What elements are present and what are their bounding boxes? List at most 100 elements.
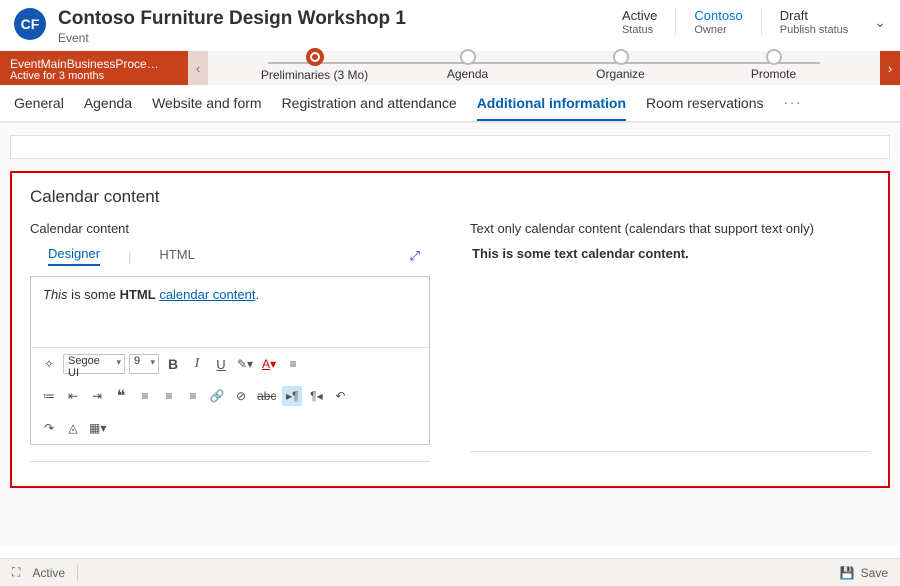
process-name[interactable]: EventMainBusinessProce… Active for 3 mon… [0, 51, 188, 85]
redo-button[interactable]: ↷ [39, 418, 59, 438]
stage-label: Organize [596, 67, 645, 81]
table-button[interactable]: ▦▾ [87, 418, 108, 438]
content-italic: This [43, 287, 68, 302]
field-divider [470, 451, 870, 452]
ltr-button[interactable]: ▸¶ [282, 386, 302, 406]
process-next-button[interactable]: › [880, 51, 900, 85]
rtl-button[interactable]: ¶◂ [306, 386, 326, 406]
blockquote-button[interactable]: ❝ [111, 386, 131, 406]
meta-publish-label: Publish status [780, 24, 848, 36]
save-icon: 💾 [840, 566, 855, 580]
meta-publish-value: Draft [780, 8, 848, 23]
process-prev-button[interactable]: ‹ [188, 51, 208, 85]
form-content[interactable]: Calendar content Calendar content Design… [0, 122, 900, 546]
stage-organize[interactable]: Organize [544, 56, 697, 81]
editor-canvas[interactable]: This is some HTML calendar content. [31, 277, 429, 347]
align-center-button[interactable]: ≡ [159, 386, 179, 406]
avatar: CF [14, 8, 46, 40]
stage-dot-icon [460, 49, 476, 65]
process-name-text: EventMainBusinessProce… [10, 57, 178, 71]
meta-status-label: Status [622, 24, 657, 36]
bold-button[interactable]: B [163, 354, 183, 374]
clear-format-button[interactable]: ◬ [63, 418, 83, 438]
stage-label: Promote [751, 67, 796, 81]
tab-general[interactable]: General [14, 95, 64, 121]
form-tabs: General Agenda Website and form Registra… [0, 85, 900, 122]
tab-room-reservations[interactable]: Room reservations [646, 95, 764, 121]
font-color-button[interactable]: A▾ [259, 354, 279, 374]
text-content-column: Text only calendar content (calendars th… [470, 221, 870, 462]
unlink-button[interactable]: ⊘ [231, 386, 251, 406]
italic-button[interactable]: I [187, 354, 207, 374]
process-stages: Preliminaries (3 Mo) Agenda Organize Pro… [208, 51, 880, 85]
footer-separator [77, 565, 78, 581]
editor-mode-tabs: Designer | HTML ⤢ [48, 246, 430, 266]
align-left-button[interactable]: ≡ [135, 386, 155, 406]
previous-section-edge [10, 135, 890, 159]
header-meta: Active Status Contoso Owner Draft Publis… [622, 8, 886, 36]
text-only-value[interactable]: This is some text calendar content. [470, 246, 870, 261]
title-block: Contoso Furniture Design Workshop 1 Even… [58, 8, 622, 45]
stage-agenda[interactable]: Agenda [391, 56, 544, 81]
strikethrough-button[interactable]: abc [255, 386, 278, 406]
process-duration: Active for 3 months [10, 70, 178, 82]
format-painter-icon[interactable]: ✧ [39, 354, 59, 374]
stage-dot-icon [766, 49, 782, 65]
page-title: Contoso Furniture Design Workshop 1 [58, 8, 622, 30]
html-content-column: Calendar content Designer | HTML ⤢ This … [30, 221, 430, 462]
section-title: Calendar content [30, 187, 870, 207]
rich-text-editor: This is some HTML calendar content. ✧ Se… [30, 276, 430, 445]
meta-separator [675, 8, 676, 36]
link-button[interactable]: 🔗 [207, 386, 227, 406]
undo-button[interactable]: ↶ [330, 386, 350, 406]
fullscreen-icon[interactable]: ⛶ [12, 565, 20, 580]
editor-tab-separator: | [128, 249, 131, 264]
content-bold: HTML [120, 287, 156, 302]
save-button[interactable]: 💾 Save [840, 566, 888, 580]
content-link[interactable]: calendar content [159, 287, 255, 302]
meta-publish: Draft Publish status [780, 8, 848, 36]
meta-owner[interactable]: Contoso Owner [694, 8, 742, 36]
footer-status: Active [32, 566, 65, 580]
tab-agenda[interactable]: Agenda [84, 95, 132, 121]
stage-label: Preliminaries (3 Mo) [261, 68, 368, 82]
content-text: is some [68, 287, 120, 302]
tab-overflow-button[interactable]: ··· [784, 95, 803, 121]
status-bar: ⛶ Active 💾 Save [0, 558, 900, 586]
editor-tab-html[interactable]: HTML [159, 247, 194, 265]
bullet-list-button[interactable]: ≡ [283, 354, 303, 374]
field-label-text-only: Text only calendar content (calendars th… [470, 221, 870, 236]
tab-website-form[interactable]: Website and form [152, 95, 261, 121]
chevron-down-icon[interactable]: ⌄ [874, 8, 886, 31]
stage-label: Agenda [447, 67, 488, 81]
meta-owner-value[interactable]: Contoso [694, 8, 742, 23]
content-text: . [255, 287, 259, 302]
outdent-button[interactable]: ⇤ [63, 386, 83, 406]
stage-preliminaries[interactable]: Preliminaries (3 Mo) [238, 55, 391, 82]
numbered-list-button[interactable]: ≔ [39, 386, 59, 406]
business-process-flow: EventMainBusinessProce… Active for 3 mon… [0, 51, 900, 85]
calendar-content-section: Calendar content Calendar content Design… [10, 171, 890, 488]
align-right-button[interactable]: ≡ [183, 386, 203, 406]
field-label-calendar-content: Calendar content [30, 221, 430, 236]
meta-status: Active Status [622, 8, 657, 36]
record-header: CF Contoso Furniture Design Workshop 1 E… [0, 0, 900, 51]
save-label: Save [861, 566, 888, 580]
field-divider [30, 461, 430, 462]
meta-separator [761, 8, 762, 36]
stage-dot-icon [306, 48, 324, 66]
stage-promote[interactable]: Promote [697, 56, 850, 81]
tab-additional-information[interactable]: Additional information [477, 95, 626, 121]
indent-button[interactable]: ⇥ [87, 386, 107, 406]
highlight-button[interactable]: ✎▾ [235, 354, 255, 374]
tab-registration[interactable]: Registration and attendance [282, 95, 457, 121]
entity-label: Event [58, 31, 622, 45]
font-family-select[interactable]: Segoe UI [63, 354, 125, 374]
meta-owner-label: Owner [694, 24, 742, 36]
stage-dot-icon [613, 49, 629, 65]
font-size-select[interactable]: 9 [129, 354, 159, 374]
expand-icon[interactable]: ⤢ [410, 248, 420, 264]
underline-button[interactable]: U [211, 354, 231, 374]
editor-tab-designer[interactable]: Designer [48, 246, 100, 266]
meta-status-value: Active [622, 8, 657, 23]
